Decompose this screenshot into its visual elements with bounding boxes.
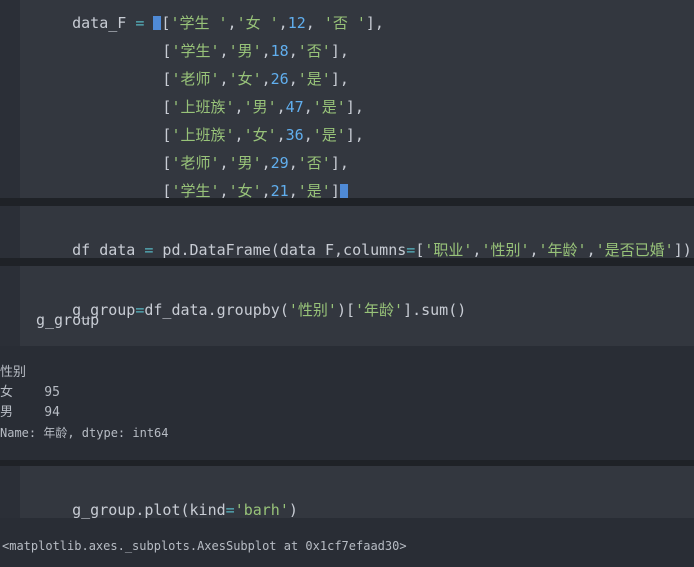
cell-gutter [0,466,20,518]
cell-separator [0,198,694,206]
output-line-index-name: 性别 [0,365,27,380]
code-cell-plot[interactable]: g_group.plot(kind='barh') [0,466,694,519]
output-plot: <matplotlib.axes._subplots.AxesSubplot a… [0,530,694,567]
cell-gutter [0,266,20,346]
output-line-dtype: Name: 年龄, dtype: int64 [0,426,169,440]
output-line-male: 男 94 [0,405,60,420]
code-line-group-var: g_group [36,311,100,329]
cell-separator [0,258,694,266]
cursor-highlight-end [339,184,348,198]
code-line-groupby: g_group=df_data.groupby('性别')['年龄'].sum(… [72,301,467,319]
output-line-female: 女 95 [0,385,60,400]
code-line-plot: g_group.plot(kind='barh') [72,501,298,519]
code-cell-data-definition[interactable]: data_F = ['学生 ','女 ',12, '否 '], ['学生','男… [0,0,694,200]
output-line-axes-repr: <matplotlib.axes._subplots.AxesSubplot a… [2,539,407,553]
cell-gutter [0,0,20,198]
output-groupby: 性别 女 95 男 94 Name: 年龄, dtype: int64 [0,362,694,452]
code-cell-groupby[interactable]: g_group=df_data.groupby('性别')['年龄'].sum(… [0,266,694,346]
code-cell-dataframe[interactable]: df_data = pd.DataFrame(data_F,columns=['… [0,206,694,259]
cell-gutter [0,206,20,258]
